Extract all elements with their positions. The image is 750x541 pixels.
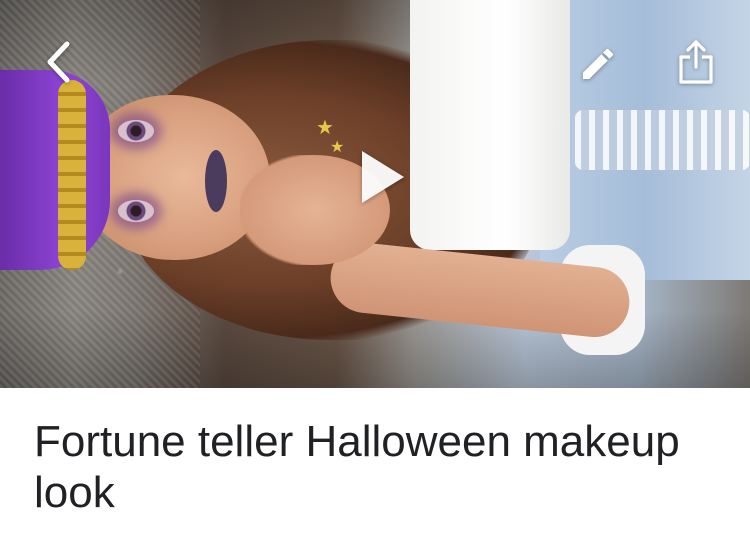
video-thumbnail[interactable]: ★ ★ — [0, 0, 750, 388]
star-ring-decoration: ★ — [316, 117, 334, 139]
edit-button[interactable] — [574, 40, 622, 88]
chevron-left-icon — [47, 41, 70, 83]
white-blouse — [410, 0, 570, 250]
purple-headscarf — [0, 70, 110, 270]
title-section: Fortune teller Halloween makeup look — [0, 388, 750, 541]
share-button[interactable] — [672, 36, 720, 88]
corset-laces — [575, 110, 750, 170]
app-screen: ★ ★ Fortune teller Halloween makeup look — [0, 0, 750, 541]
play-button[interactable] — [352, 145, 412, 209]
play-icon — [362, 151, 404, 203]
purple-lips — [205, 150, 227, 212]
share-icon — [679, 40, 713, 84]
back-button[interactable] — [38, 38, 78, 86]
eye-right — [118, 200, 154, 222]
eye-left — [118, 120, 154, 142]
star-ring-decoration: ★ — [330, 139, 345, 156]
page-title: Fortune teller Halloween makeup look — [34, 417, 680, 517]
gold-coin-headband — [58, 80, 86, 270]
pencil-icon — [583, 48, 614, 79]
